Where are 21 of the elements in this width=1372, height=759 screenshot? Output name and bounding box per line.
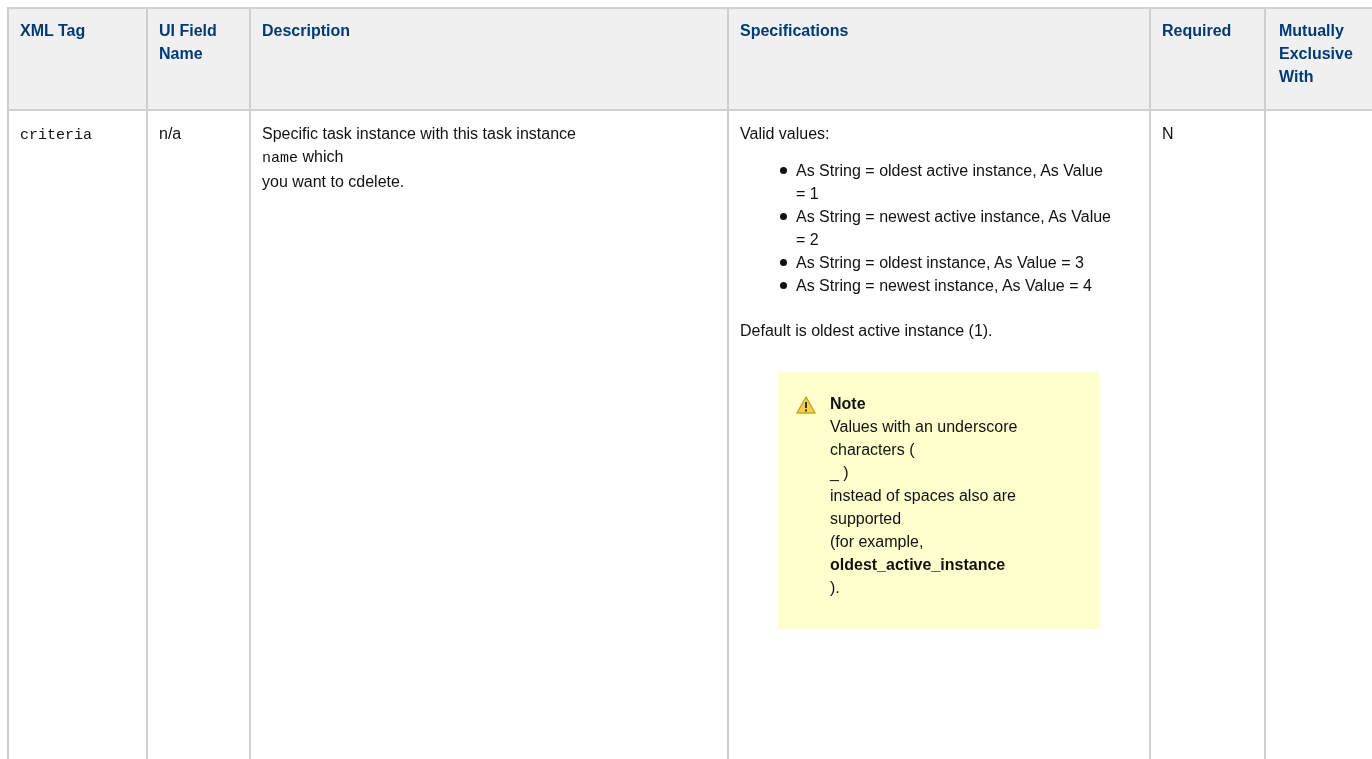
bullet-icon — [780, 282, 787, 289]
list-item-text: As String = newest instance, As Value = 4 — [796, 276, 1093, 296]
warning-icon — [796, 396, 816, 414]
table-cell: criteria — [8, 110, 147, 759]
column-header: Required — [1150, 8, 1265, 110]
note-text: Values with an underscore characters ( _ ) instead of spaces also are supported (for example, oldest_active_instance ). — [830, 417, 1019, 598]
bullet-icon — [780, 213, 787, 220]
spec-text: Default is oldest active instance (1). — [740, 321, 994, 341]
list-item-text: As String = newest active instance, As Value = 2 — [796, 207, 1112, 250]
description-text: Specific task instance with this task instance name which you want to cdelete. — [262, 124, 577, 192]
column-header: Mutually Exclusive With — [1265, 8, 1372, 110]
spec-text: Valid values: — [740, 124, 831, 144]
column-header: Specifications — [728, 8, 1150, 110]
bullet-icon — [780, 259, 787, 266]
bullet-icon — [780, 167, 787, 174]
column-header: Description — [250, 8, 728, 110]
column-header: XML Tag — [8, 8, 147, 110]
note-title: Note — [830, 394, 867, 414]
list-item-text: As String = oldest instance, As Value = 3 — [796, 253, 1085, 273]
column-header: UI Field Name — [147, 8, 250, 110]
list-item-text: As String = oldest active instance, As Value = 1 — [796, 161, 1104, 204]
